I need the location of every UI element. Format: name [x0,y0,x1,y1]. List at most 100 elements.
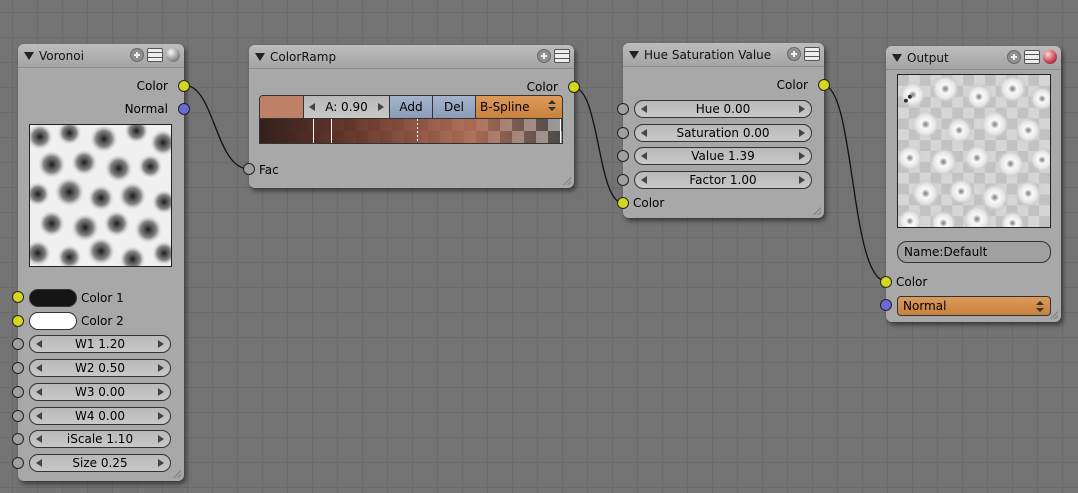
increment-arrow-icon[interactable] [799,105,805,113]
hue-slider[interactable]: Hue 0.00 [634,100,812,118]
output-color-socket[interactable] [568,81,580,93]
size-slider[interactable]: Size 0.25 [29,454,171,472]
increment-arrow-icon[interactable] [158,388,164,396]
color-stop-marker[interactable] [313,119,314,143]
color-stop-marker[interactable] [560,119,561,143]
decrement-arrow-icon[interactable] [36,435,42,443]
increment-arrow-icon[interactable] [158,435,164,443]
color2-swatch[interactable] [29,312,77,330]
factor-slider[interactable]: Factor 1.00 [634,171,812,189]
resize-grip-icon[interactable] [1050,311,1058,319]
input-saturation-socket[interactable] [617,127,629,139]
w2-slider[interactable]: W2 0.50 [29,359,171,377]
input-w2-socket[interactable] [12,362,24,374]
decrement-arrow-icon[interactable] [641,176,647,184]
options-menu-icon[interactable] [147,48,163,62]
color-stop-marker[interactable] [331,119,332,143]
material-name-field[interactable]: Name:Default [897,241,1051,263]
output-node-header[interactable]: Output [886,46,1061,70]
input-color2-socket[interactable] [12,315,24,327]
options-menu-icon[interactable] [554,49,570,63]
resize-grip-icon[interactable] [173,470,181,478]
preview-sphere-icon[interactable] [166,48,180,62]
delete-stop-button[interactable]: Del [433,96,476,118]
decrement-arrow-icon[interactable] [641,129,647,137]
color2-label: Color 2 [81,314,124,328]
increment-arrow-icon[interactable] [799,129,805,137]
w2-value: W2 0.50 [74,361,126,375]
active-color-stop-marker[interactable] [417,119,418,143]
w4-slider[interactable]: W4 0.00 [29,407,171,425]
decrement-arrow-icon[interactable] [36,412,42,420]
add-stop-button[interactable]: Add [390,96,433,118]
decrement-arrow-icon[interactable] [36,340,42,348]
active-stop-color-swatch[interactable] [260,96,304,118]
colorramp-node-header[interactable]: ColorRamp [249,45,574,69]
input-normal-socket[interactable] [880,299,892,311]
resize-grip-icon[interactable] [563,177,571,185]
decrement-arrow-icon[interactable] [36,459,42,467]
resize-grip-icon[interactable] [813,207,821,215]
w1-slider[interactable]: W1 1.20 [29,335,171,353]
stop-position-field[interactable]: A: 0.90 [304,96,390,118]
w3-slider[interactable]: W3 0.00 [29,383,171,401]
input-hue-socket[interactable] [617,103,629,115]
voronoi-node-header[interactable]: Voronoi [18,44,184,68]
increment-arrow-icon[interactable] [799,176,805,184]
input-color-label: Color [896,275,928,289]
input-color1-socket[interactable] [12,291,24,303]
input-fac-socket[interactable] [243,163,255,175]
output-preview [897,74,1051,228]
color-ramp-gradient[interactable] [259,119,563,144]
collapse-arrow-icon[interactable] [255,52,265,61]
collapse-arrow-icon[interactable] [629,50,639,59]
output-color-label: Color [136,79,168,93]
decrement-arrow-icon[interactable] [641,152,647,160]
decrement-arrow-icon[interactable] [309,103,315,111]
options-menu-icon[interactable] [804,47,820,61]
decrement-arrow-icon[interactable] [36,364,42,372]
output-color-socket[interactable] [818,79,830,91]
increment-arrow-icon[interactable] [158,412,164,420]
input-w3-socket[interactable] [12,386,24,398]
input-factor-socket[interactable] [617,174,629,186]
input-color-socket[interactable] [880,276,892,288]
interpolation-dropdown[interactable]: B-Spline [476,96,562,118]
color1-label: Color 1 [81,291,124,305]
hsv-node-header[interactable]: Hue Saturation Value [623,43,824,67]
color1-swatch[interactable] [29,289,77,307]
voronoi-node[interactable]: Voronoi Color Normal Color 1 Color 2 W1 … [12,44,190,481]
add-icon[interactable] [130,48,144,62]
preview-sphere-icon[interactable] [1043,50,1057,64]
add-icon[interactable] [1007,50,1021,64]
increment-arrow-icon[interactable] [158,459,164,467]
options-menu-icon[interactable] [1024,50,1040,64]
input-color-socket[interactable] [617,197,629,209]
output-node[interactable]: Output Name:Default Color Normal [880,46,1061,322]
add-icon[interactable] [787,47,801,61]
saturation-slider[interactable]: Saturation 0.00 [634,124,812,142]
input-value-socket[interactable] [617,150,629,162]
output-normal-socket[interactable] [178,103,190,115]
iscale-slider[interactable]: iScale 1.10 [29,430,171,448]
increment-arrow-icon[interactable] [799,152,805,160]
updown-icon [1036,301,1044,312]
link-hsv-color-to-output-color [822,84,887,282]
increment-arrow-icon[interactable] [158,364,164,372]
output-color-socket[interactable] [178,80,190,92]
value-slider[interactable]: Value 1.39 [634,147,812,165]
decrement-arrow-icon[interactable] [641,105,647,113]
input-w1-socket[interactable] [12,338,24,350]
input-w4-socket[interactable] [12,410,24,422]
add-icon[interactable] [537,49,551,63]
normal-dropdown[interactable]: Normal [897,296,1051,316]
input-size-socket[interactable] [12,457,24,469]
collapse-arrow-icon[interactable] [892,53,902,62]
decrement-arrow-icon[interactable] [36,388,42,396]
increment-arrow-icon[interactable] [378,103,384,111]
colorramp-node[interactable]: ColorRamp Color A: 0.90 Add Del B-Spline… [243,45,580,188]
input-iscale-socket[interactable] [12,433,24,445]
increment-arrow-icon[interactable] [158,340,164,348]
collapse-arrow-icon[interactable] [24,51,34,60]
hue-saturation-value-node[interactable]: Hue Saturation Value Color Hue 0.00 Satu… [617,43,830,218]
